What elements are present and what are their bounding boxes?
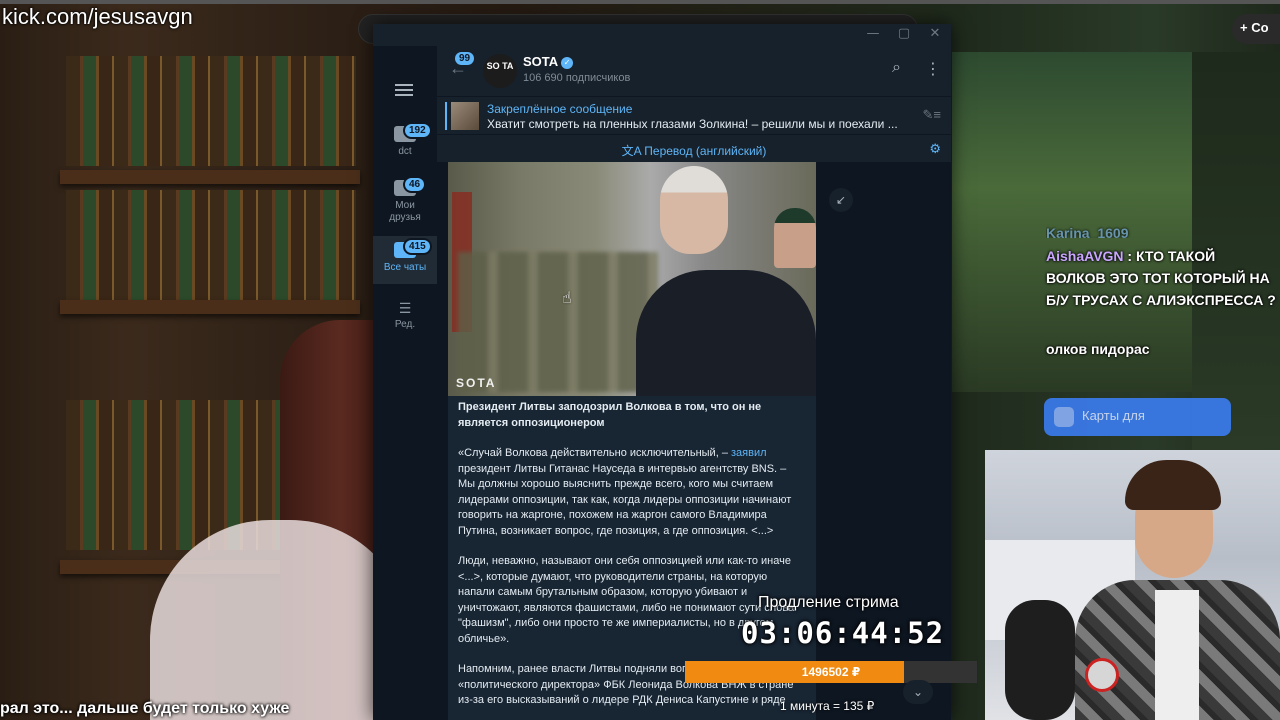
collapse-icon[interactable]: ↙ [829,188,853,212]
mic-badge [1085,658,1119,692]
channel-name[interactable]: SOTA ✓ [523,54,574,69]
close-button[interactable]: ✕ [925,26,945,44]
bookshelf-row [66,190,356,300]
post-headline: Президент Литвы заподозрил Волкова в том… [458,401,762,429]
unread-badge: 46 [403,176,427,193]
post-text-span: президент Литвы Гитанас Науседа в интерв… [458,462,792,537]
maps-icon [1054,407,1074,427]
post-text-span: «Случай Волкова действительно исключител… [458,447,731,459]
chat-message: AishaAVGN : КТО ТАКОЙ ВОЛКОВ ЭТО ТОТ КОТ… [1046,245,1276,311]
translate-icon: 文A [621,144,645,158]
donation-amount: 1496502 ₽ [801,665,861,679]
streamer-hair [1125,460,1221,510]
hamburger-menu-icon[interactable] [395,84,413,86]
chat-username: Karina_1609 [1046,225,1129,238]
folder-edit[interactable]: ☰ Ред. [373,300,437,340]
folder-label: Все чаты [383,262,427,273]
maps-text: Карты для [1082,408,1145,423]
post-photo[interactable]: SOTA ☝ [448,162,816,396]
extension-rate: 1 минута = 135 ₽ [780,699,875,713]
stream-frame: + Со kick.com/jesusavgn — ▢ ✕ 192 dct 46… [0,0,1280,720]
microphone [1005,600,1075,720]
donation-progress-bar: 1496502 ₽ [685,661,977,683]
search-icon[interactable]: ⌕ [892,59,901,77]
verified-icon: ✓ [561,57,574,69]
webcam-feed [985,450,1280,720]
scroll-down-icon[interactable]: ⌄ [903,680,933,704]
window-titlebar: — ▢ ✕ [373,24,951,46]
pinned-message-bar[interactable]: Закреплённое сообщение Хватит смотреть н… [437,96,951,134]
chat-header: ← 99 SO TA SOTA ✓ 106 690 подписчиков ⌕ ⋮ [437,46,951,96]
folder-my-friends[interactable]: 46 Мои друзья [373,176,437,232]
unread-badge: 192 [403,122,432,139]
pinned-text: Хватит смотреть на пленных глазами Золки… [487,117,898,131]
folder-all-chats[interactable]: 415 Все чаты [373,236,437,284]
photo-watermark: SOTA [456,376,497,390]
chat-separator: : [1123,248,1136,264]
stream-subtitle: рал это... дальше будет только хуже [0,700,290,717]
subscriber-count: 106 690 подписчиков [523,72,631,84]
white-tshirt [1155,590,1199,720]
maximize-button[interactable]: ▢ [894,26,914,44]
folder-label: Ред. [394,319,416,330]
translate-text: Перевод (английский) [644,144,767,158]
unread-badge: 415 [403,238,432,255]
post-paragraph: «Случай Волкова действительно исключител… [458,446,798,539]
extension-title: Продление стрима [758,594,899,611]
bookshelf-shelf [60,170,360,184]
more-options-icon[interactable]: ⋮ [925,59,941,79]
bookshelf-shelf [60,300,360,314]
stream-url: kick.com/jesusavgn [2,4,193,29]
minimize-button[interactable]: — [863,26,883,44]
person-head [660,166,728,254]
extension-timer: 03:06:44:52 [741,616,945,650]
channel-avatar[interactable]: SO TA [483,54,517,88]
pinned-thumbnail [451,102,479,130]
chat-username: AishaAVGN [1046,248,1124,264]
translate-label: 文A Перевод (английский) [437,142,951,159]
edit-sliders-icon: ☰ [398,300,412,316]
pinned-list-icon[interactable]: ✎≡ [923,107,941,123]
folder-label: Мои друзья [389,200,421,223]
translate-settings-icon[interactable]: ⚙ [929,141,941,157]
soldiers [458,252,658,392]
mouse-cursor-icon: ☝ [562,290,572,307]
chat-message: Karina_1609 [1046,222,1276,238]
post-link[interactable]: заявил [731,447,767,459]
folder-sidebar: 192 dct 46 Мои друзья 415 Все чаты ☰ Ред… [373,46,437,720]
pinned-title: Закреплённое сообщение [487,102,633,116]
pin-indicator [445,102,447,130]
create-button[interactable]: + Со [1232,14,1280,44]
folder-dct[interactable]: 192 dct [373,122,437,178]
back-unread-badge: 99 [455,52,475,65]
maps-notification[interactable]: Карты для [1044,398,1231,436]
soldier-in-beret [774,208,816,268]
bookshelf-row [66,56,356,166]
translate-bar[interactable]: 文A Перевод (английский) ⚙ [437,134,951,162]
person-body [636,270,816,396]
folder-label: dct [398,146,412,157]
chat-message: олков пидорас [1046,338,1276,360]
chat-text: олков пидорас [1046,341,1150,357]
channel-name-text: SOTA [523,54,559,69]
